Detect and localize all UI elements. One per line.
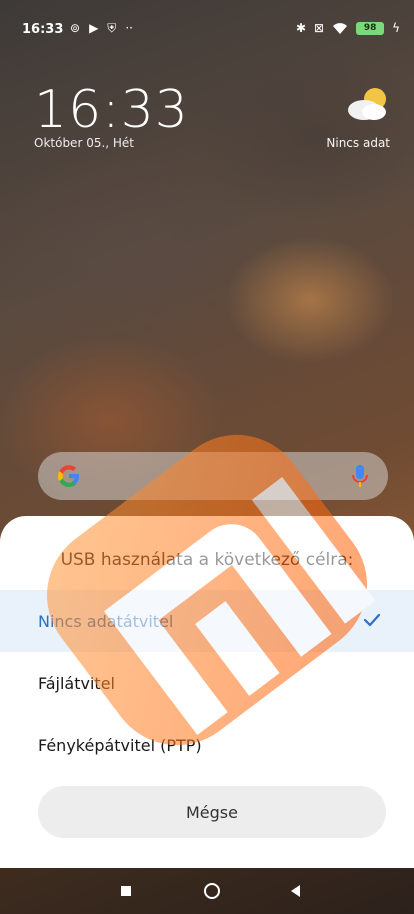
lockscreen-date: Október 05., Hét xyxy=(34,136,135,150)
weather-status: Nincs adat xyxy=(326,136,390,150)
status-time: 16:33 xyxy=(22,22,64,37)
navigation-bar xyxy=(0,868,414,914)
charging-icon: ϟ xyxy=(392,21,400,35)
option-label: Fájlátvitel xyxy=(38,673,115,693)
option-photo-transfer-ptp[interactable]: Fényképátvitel (PTP) xyxy=(0,714,414,776)
more-dots-icon: ·· xyxy=(125,21,133,35)
status-system-icons: ✱ ⊠ 98 ϟ xyxy=(296,21,400,35)
no-sim-icon: ⊠ xyxy=(314,21,325,35)
google-g-icon xyxy=(58,465,79,487)
alarm-icon: ⊚ xyxy=(70,21,81,35)
microphone-icon[interactable] xyxy=(350,464,370,488)
battery-icon: 98 xyxy=(356,21,385,35)
play-icon: ▶ xyxy=(89,21,99,35)
back-triangle-icon[interactable] xyxy=(284,879,308,903)
bluetooth-icon: ✱ xyxy=(295,21,307,35)
dialog-title: USB használata a következő célra: xyxy=(60,550,354,570)
home-circle-icon[interactable] xyxy=(200,879,224,903)
google-search-bar[interactable] xyxy=(38,452,388,500)
usb-mode-dialog: USB használata a következő célra: Nincs … xyxy=(0,516,414,868)
shield-icon: ⛨ xyxy=(107,21,117,35)
lockscreen-clock: 16:33 xyxy=(34,80,189,140)
lock-screen: 16:33 ⊚ ▶ ⛨ ·· ✱ ⊠ 98 ϟ 16:33 Október 05… xyxy=(0,0,414,914)
option-no-data-transfer[interactable]: Nincs adatátvitel xyxy=(0,590,414,652)
status-bar: 16:33 ⊚ ▶ ⛨ ·· ✱ ⊠ 98 ϟ xyxy=(0,0,414,56)
option-label: Fényképátvitel (PTP) xyxy=(38,735,202,755)
recents-square-icon[interactable] xyxy=(114,879,138,903)
cancel-button[interactable]: Mégse xyxy=(38,786,386,838)
cloud-sun-icon xyxy=(348,88,386,120)
option-label: Nincs adatátvitel xyxy=(38,611,174,631)
checkmark-icon xyxy=(363,613,381,627)
wifi-icon xyxy=(333,22,348,34)
option-file-transfer[interactable]: Fájlátvitel xyxy=(0,652,414,714)
status-notification-icons: ⊚ ▶ ⛨ ·· xyxy=(70,21,133,36)
